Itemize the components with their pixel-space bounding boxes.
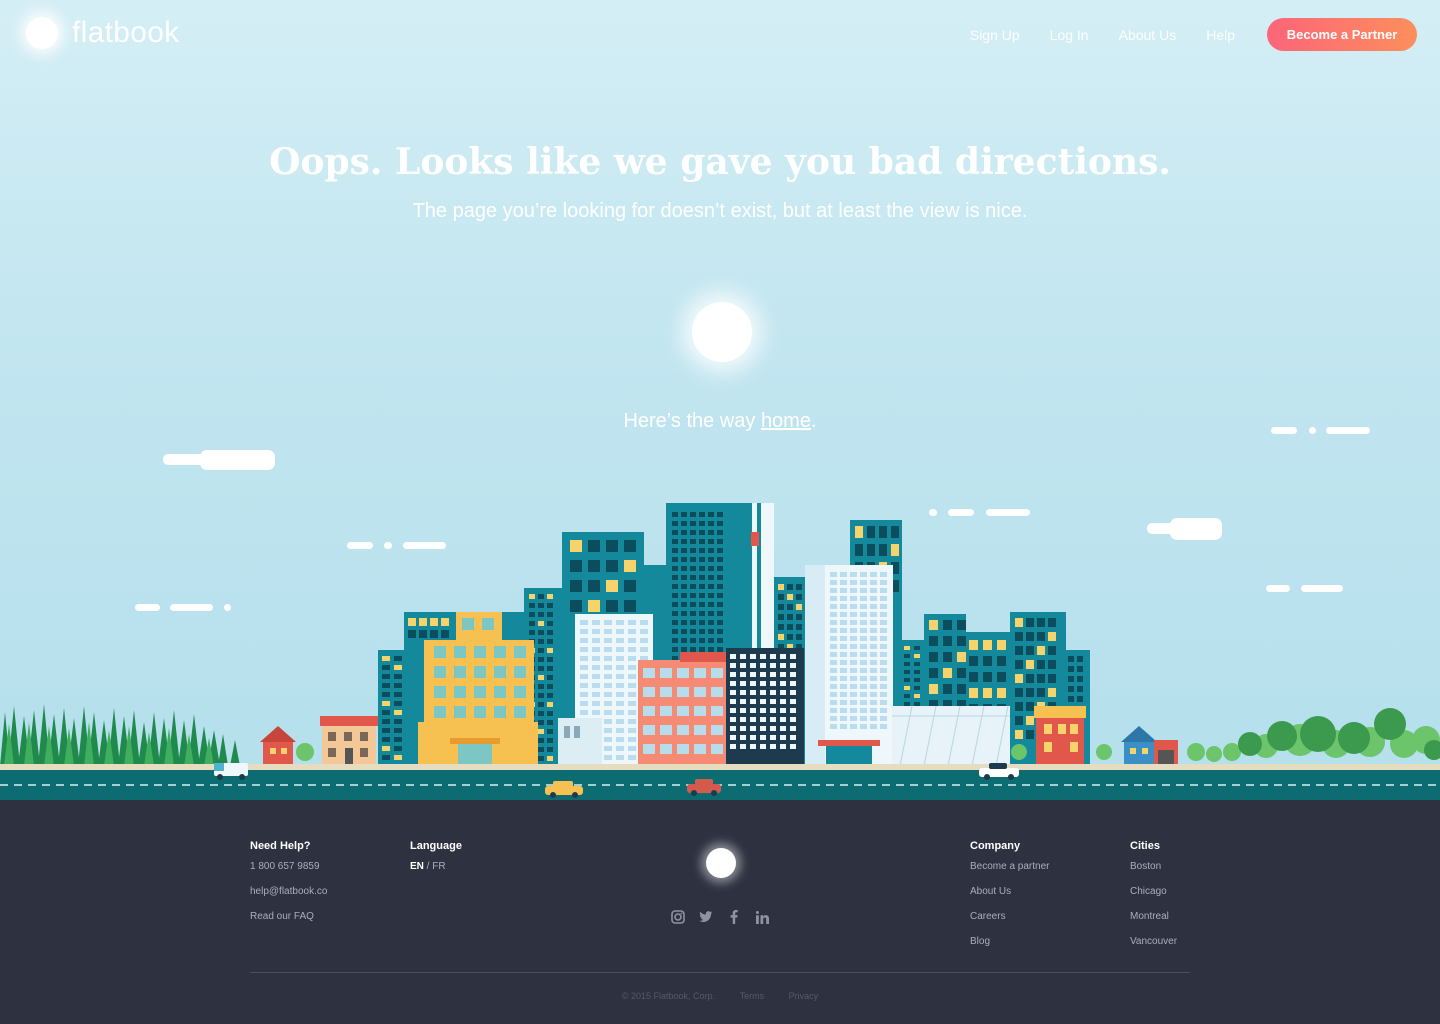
terms-link[interactable]: Terms xyxy=(740,991,765,1001)
top-nav: Sign Up Log In About Us Help Become a Pa… xyxy=(970,18,1417,51)
brand-logo[interactable]: flatbook xyxy=(26,16,179,50)
home-suffix: . xyxy=(810,410,817,432)
city-illustration xyxy=(0,427,1440,800)
language-en[interactable]: EN xyxy=(410,861,424,872)
twitter-icon[interactable] xyxy=(696,907,716,927)
sky-scene: flatbook Sign Up Log In About Us Help Be… xyxy=(0,0,1440,800)
sun-icon xyxy=(692,302,752,362)
footer-faq-link[interactable]: Read our FAQ xyxy=(250,911,327,922)
nav-help[interactable]: Help xyxy=(1206,27,1235,43)
brand-name: flatbook xyxy=(72,16,180,49)
footer-email-link[interactable]: help@flatbook.co xyxy=(250,886,327,897)
footer-language-column: Language EN / FR xyxy=(410,840,462,872)
home-message: Here’s the way home. xyxy=(0,410,1440,433)
page-title: Oops. Looks like we gave you bad directi… xyxy=(269,141,1171,183)
page-subtitle: The page you’re looking for doesn’t exis… xyxy=(412,200,1028,222)
footer-language-title: Language xyxy=(410,840,462,852)
home-link[interactable]: home xyxy=(761,410,811,432)
footer-help-column: Need Help? 1 800 657 9859 help@flatbook.… xyxy=(250,840,327,936)
nav-sign-up[interactable]: Sign Up xyxy=(970,27,1020,43)
footer-link-about-us[interactable]: About Us xyxy=(970,886,1050,897)
footer-link-become-partner[interactable]: Become a partner xyxy=(970,861,1050,872)
footer-cities-column: Cities Boston Chicago Montreal Vancouver xyxy=(1130,840,1177,961)
nav-about-us[interactable]: About Us xyxy=(1119,27,1177,43)
footer-cities-title: Cities xyxy=(1130,840,1160,852)
footer-company-title: Company xyxy=(970,840,1021,852)
footer-city-montreal[interactable]: Montreal xyxy=(1130,911,1177,922)
copyright-text: © 2015 Flatbook, Corp. xyxy=(621,991,716,1001)
social-links xyxy=(668,907,780,927)
privacy-link[interactable]: Privacy xyxy=(789,991,819,1001)
linkedin-icon[interactable] xyxy=(752,907,772,927)
instagram-icon[interactable] xyxy=(668,907,688,927)
language-fr[interactable]: FR xyxy=(432,861,445,872)
home-prefix: Here’s the way xyxy=(623,410,761,432)
footer-divider xyxy=(250,972,1190,973)
become-partner-button[interactable]: Become a Partner xyxy=(1267,18,1417,51)
facebook-icon[interactable] xyxy=(724,907,744,927)
nav-log-in[interactable]: Log In xyxy=(1050,27,1089,43)
sun-logo-icon xyxy=(26,17,58,49)
language-separator: / xyxy=(423,861,433,872)
footer-city-chicago[interactable]: Chicago xyxy=(1130,886,1177,897)
footer-link-careers[interactable]: Careers xyxy=(970,911,1050,922)
footer-help-title: Need Help? xyxy=(250,840,311,852)
footer-company-column: Company Become a partner About Us Career… xyxy=(970,840,1050,961)
language-switcher: EN / FR xyxy=(410,861,462,872)
footer-phone: 1 800 657 9859 xyxy=(250,861,320,872)
footer-city-boston[interactable]: Boston xyxy=(1130,861,1177,872)
footer: Need Help? 1 800 657 9859 help@flatbook.… xyxy=(0,800,1440,1024)
footer-sun-logo-icon xyxy=(706,848,736,878)
footer-legal: © 2015 Flatbook, Corp. Terms Privacy xyxy=(0,991,1440,1001)
footer-link-blog[interactable]: Blog xyxy=(970,936,1050,947)
footer-city-vancouver[interactable]: Vancouver xyxy=(1130,936,1177,947)
